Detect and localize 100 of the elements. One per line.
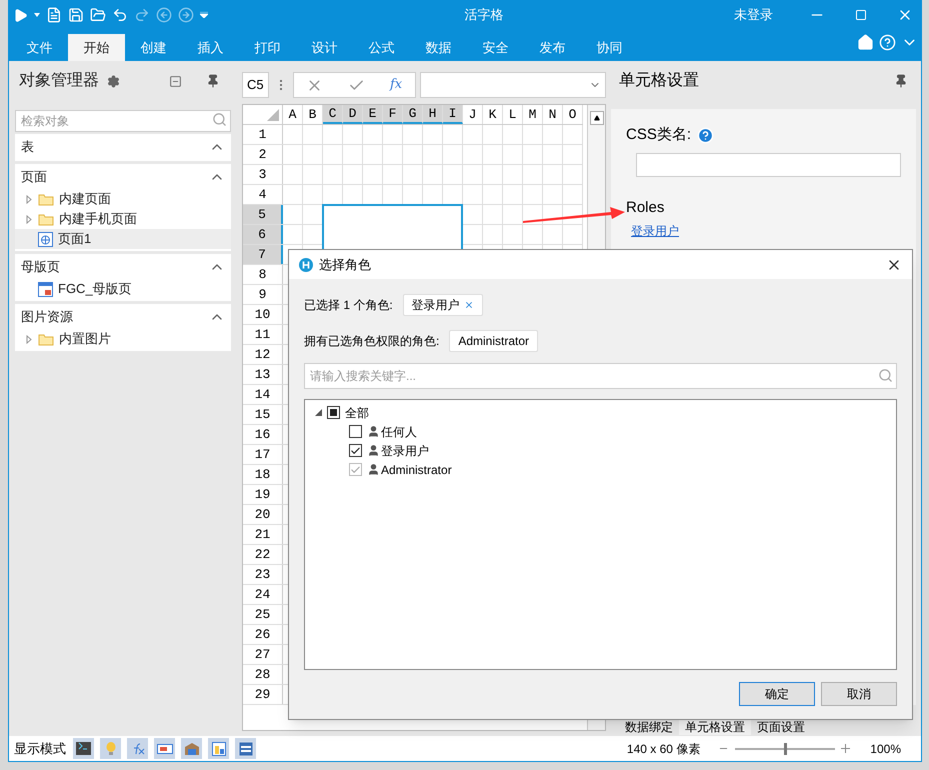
role-tag[interactable]: 登录用户	[402, 294, 483, 316]
column-header[interactable]: K	[483, 105, 503, 124]
row-header[interactable]: 5	[243, 205, 283, 224]
lightbulb-icon[interactable]	[100, 738, 121, 759]
css-class-input[interactable]	[636, 152, 901, 176]
zoom-in-icon[interactable]	[841, 744, 850, 753]
row-header[interactable]: 25	[243, 605, 283, 624]
textbox-icon[interactable]	[154, 738, 175, 759]
row-header[interactable]: 10	[243, 305, 283, 324]
pin-icon[interactable]	[206, 74, 220, 88]
expand-arrow-icon[interactable]	[25, 194, 33, 204]
row-header[interactable]: 22	[243, 545, 283, 564]
row-header[interactable]: 11	[243, 325, 283, 344]
undo-icon[interactable]	[112, 7, 128, 23]
ribbon-tab[interactable]: 发布	[524, 34, 581, 61]
pin-icon[interactable]	[894, 74, 908, 88]
column-header[interactable]: O	[563, 105, 583, 124]
help-icon[interactable]	[697, 126, 714, 144]
expand-arrow-icon[interactable]	[25, 334, 33, 344]
tree-item[interactable]: 页面1	[15, 229, 232, 249]
row-header[interactable]: 20	[243, 505, 283, 524]
expanded-arrow-icon[interactable]	[315, 409, 322, 416]
column-header[interactable]: I	[443, 105, 463, 124]
chart-grid-icon[interactable]	[208, 738, 229, 759]
panel-tab[interactable]: 单元格设置	[679, 720, 751, 735]
ribbon-tab[interactable]: 文件	[11, 34, 68, 61]
row-header[interactable]: 15	[243, 405, 283, 424]
roles-link[interactable]: 登录用户	[631, 224, 679, 238]
dropdown-arrow-icon[interactable]	[34, 13, 40, 17]
row-header[interactable]: 8	[243, 265, 283, 284]
formula-input[interactable]	[420, 72, 606, 98]
cancel-button[interactable]: 取消	[821, 682, 897, 706]
row-header[interactable]: 29	[243, 685, 283, 704]
column-header[interactable]: L	[503, 105, 523, 124]
maximize-icon[interactable]	[855, 9, 867, 21]
home-icon[interactable]	[857, 34, 874, 50]
row-header[interactable]: 12	[243, 345, 283, 364]
row-header[interactable]: 13	[243, 365, 283, 384]
row-header[interactable]: 17	[243, 445, 283, 464]
search-field[interactable]: 请输入搜索关键字...	[304, 363, 897, 389]
tree-item[interactable]: 内建页面	[15, 189, 232, 209]
ribbon-tab[interactable]: 插入	[182, 34, 239, 61]
column-header[interactable]: G	[403, 105, 423, 124]
remove-icon[interactable]	[464, 300, 474, 310]
column-header[interactable]: D	[343, 105, 363, 124]
row-header[interactable]: 27	[243, 645, 283, 664]
terminal-icon[interactable]	[73, 738, 94, 759]
ribbon-tab[interactable]: 开始	[68, 34, 125, 61]
panel-tab[interactable]: 数据绑定	[619, 720, 679, 735]
row-header[interactable]: 2	[243, 145, 283, 164]
list-icon[interactable]	[235, 738, 256, 759]
column-header[interactable]: N	[543, 105, 563, 124]
row-header[interactable]: 14	[243, 385, 283, 404]
row-header[interactable]: 19	[243, 485, 283, 504]
row-header[interactable]: 21	[243, 525, 283, 544]
settings-icon[interactable]	[107, 74, 120, 88]
tree-item[interactable]: FGC_母版页	[15, 279, 232, 299]
run-icon[interactable]	[13, 8, 28, 22]
column-header[interactable]: H	[423, 105, 443, 124]
row-header[interactable]: 1	[243, 125, 283, 144]
zoom-slider-thumb[interactable]	[784, 742, 787, 754]
ribbon-tab[interactable]: 创建	[125, 34, 182, 61]
ribbon-tab[interactable]: 打印	[239, 34, 296, 61]
column-header[interactable]: E	[363, 105, 383, 124]
row-header[interactable]: 23	[243, 565, 283, 584]
open-folder-icon[interactable]	[90, 7, 106, 23]
help-icon[interactable]	[879, 34, 896, 50]
confirm-button[interactable]: 确定	[739, 682, 815, 706]
select-all-corner-icon[interactable]	[267, 109, 279, 121]
formula-icon[interactable]	[127, 738, 148, 759]
column-header[interactable]: F	[383, 105, 403, 124]
row-header[interactable]: 7	[243, 245, 283, 264]
ribbon-tab[interactable]: 安全	[467, 34, 524, 61]
column-header[interactable]: J	[463, 105, 483, 124]
customize-arrow-icon[interactable]	[200, 12, 208, 18]
tree-item[interactable]: 内置图片	[15, 329, 232, 349]
checkbox[interactable]	[327, 406, 340, 419]
zoom-slider-track[interactable]	[735, 742, 836, 754]
row-header[interactable]: 3	[243, 165, 283, 184]
cell-reference[interactable]: C5	[242, 72, 269, 98]
column-header[interactable]: A	[283, 105, 303, 124]
row-header[interactable]: 16	[243, 425, 283, 444]
function-button[interactable]: fx	[390, 75, 402, 95]
tree-item[interactable]: 内建手机页面	[15, 209, 232, 229]
save-icon[interactable]	[68, 7, 84, 23]
ribbon-tab[interactable]: 协同	[581, 34, 638, 61]
login-status[interactable]: 未登录	[734, 5, 773, 25]
checkbox[interactable]	[349, 425, 362, 438]
row-header[interactable]: 6	[243, 225, 283, 244]
ribbon-tab[interactable]: 公式	[353, 34, 410, 61]
collapse-all-icon[interactable]	[169, 74, 182, 88]
panel-tab[interactable]: 页面设置	[751, 720, 811, 735]
ribbon-tab[interactable]: 数据	[410, 34, 467, 61]
scroll-up-icon[interactable]	[594, 115, 600, 121]
row-header[interactable]: 28	[243, 665, 283, 684]
row-header[interactable]: 9	[243, 285, 283, 304]
row-header[interactable]: 24	[243, 585, 283, 604]
column-header[interactable]: C	[323, 105, 343, 124]
expand-arrow-icon[interactable]	[25, 214, 33, 224]
checkbox[interactable]	[349, 444, 362, 457]
